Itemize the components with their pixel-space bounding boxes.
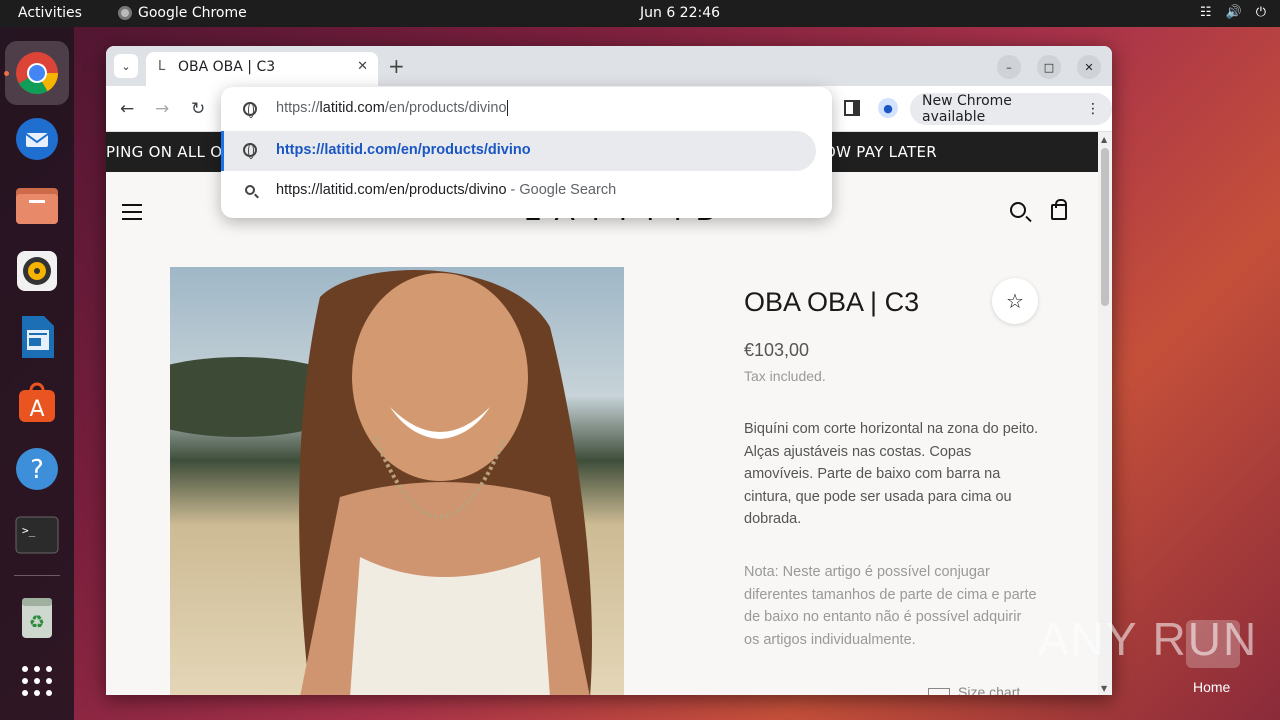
chrome-small-icon (118, 6, 132, 20)
address-bar[interactable]: https://latitid.com/en/products/divino (221, 87, 832, 131)
tab-favicon: L (158, 59, 166, 74)
suggestion-search[interactable]: https://latitid.com/en/products/divino -… (221, 171, 832, 211)
dock-app-center[interactable]: A (13, 379, 61, 427)
product-price: €103,00 (744, 340, 810, 360)
thunderbird-icon (16, 118, 58, 160)
dock-writer[interactable] (13, 313, 61, 361)
minimize-button[interactable]: – (997, 55, 1021, 79)
close-icon: ✕ (1084, 60, 1094, 74)
suggestion-url-text: https://latitid.com/en/products/divino (276, 142, 531, 158)
page-scrollbar[interactable]: ▲ ▼ (1098, 132, 1112, 695)
dock-trash[interactable]: ♻ (13, 593, 61, 641)
product-title: OBA OBA | C3 (744, 287, 920, 317)
search-icon[interactable] (1010, 202, 1026, 218)
app-menu-label: Google Chrome (138, 5, 247, 21)
size-chart-link[interactable]: Size chart (928, 684, 1020, 695)
close-window-button[interactable]: ✕ (1077, 55, 1101, 79)
product-description: Biquíni com corte horizontal na zona do … (744, 421, 1039, 527)
dock-chrome[interactable] (5, 41, 69, 105)
forward-icon[interactable]: → (155, 99, 169, 119)
side-panel-icon[interactable] (844, 100, 860, 116)
power-icon: ⏻ (1255, 5, 1266, 20)
reload-icon[interactable]: ↻ (191, 99, 205, 119)
chrome-icon (16, 52, 59, 95)
home-folder-icon[interactable] (1186, 620, 1240, 668)
scroll-down-icon[interactable]: ▼ (1101, 684, 1107, 693)
star-icon: ☆ (1006, 289, 1024, 313)
product-note: Nota: Neste artigo é possível conjugar d… (744, 564, 1037, 648)
menu-icon[interactable] (122, 204, 142, 220)
new-chrome-available-button[interactable]: New Chrome available ⋮ (910, 93, 1112, 125)
search-icon (245, 185, 255, 195)
tab-close-icon[interactable]: ✕ (357, 59, 368, 74)
terminal-icon: >_ (15, 516, 59, 554)
announcement-text-left: PING ON ALL OR (106, 143, 234, 161)
dock-show-apps[interactable] (13, 657, 61, 705)
scroll-up-icon[interactable]: ▲ (1101, 135, 1107, 144)
ruler-icon (928, 688, 950, 695)
maximize-button[interactable]: □ (1037, 55, 1061, 79)
new-chrome-label: New Chrome available (922, 93, 1012, 125)
globe-icon (243, 143, 257, 159)
app-center-icon: A (19, 382, 55, 422)
rhythmbox-icon (17, 251, 57, 291)
scrollbar-thumb[interactable] (1101, 148, 1109, 306)
home-folder-label[interactable]: Home (1193, 679, 1230, 695)
trash-icon: ♻ (22, 598, 52, 638)
chevron-down-icon: ⌄ (121, 59, 131, 73)
maximize-icon: □ (1043, 60, 1055, 74)
product-image[interactable] (170, 267, 624, 695)
wishlist-button[interactable]: ☆ (992, 278, 1038, 324)
tab-active[interactable]: L OBA OBA | C3 ✕ (146, 52, 378, 86)
network-icon: ☷ (1199, 5, 1212, 20)
tab-title: OBA OBA | C3 (178, 59, 276, 75)
files-icon (16, 188, 58, 224)
suggestion-search-text: https://latitid.com/en/products/divino -… (276, 182, 617, 198)
writer-icon (22, 316, 54, 358)
app-menu[interactable]: Google Chrome (118, 5, 247, 21)
tab-search-button[interactable]: ⌄ (114, 54, 138, 78)
announcement-text-right: OW PAY LATER (824, 143, 937, 161)
dock-thunderbird[interactable] (13, 115, 61, 163)
dock: A ? >_ ♻ (0, 27, 74, 720)
cart-icon[interactable] (1051, 199, 1067, 220)
svg-text:♻: ♻ (29, 612, 45, 633)
tax-note: Tax included. (744, 368, 826, 384)
tab-strip: ⌄ L OBA OBA | C3 ✕ + – □ ✕ (106, 46, 1112, 86)
system-top-bar: Activities Google Chrome Jun 6 22:46 ☷ 🔊… (0, 0, 1280, 27)
more-menu-icon[interactable]: ⋮ (1086, 101, 1100, 117)
dock-terminal[interactable]: >_ (13, 511, 61, 559)
globe-icon (243, 102, 257, 118)
dock-files[interactable] (13, 181, 61, 229)
omnibox-dropdown: https://latitid.com/en/products/divino h… (221, 87, 832, 218)
help-icon: ? (16, 448, 58, 490)
svg-text:>_: >_ (22, 524, 36, 537)
dock-help[interactable]: ? (13, 445, 61, 493)
new-tab-button[interactable]: + (388, 54, 405, 78)
address-input[interactable]: https://latitid.com/en/products/divino (276, 100, 508, 117)
dock-rhythmbox[interactable] (13, 247, 61, 295)
svg-text:A: A (29, 397, 44, 422)
clock[interactable]: Jun 6 22:46 (640, 5, 720, 21)
activities-button[interactable]: Activities (18, 5, 82, 21)
dock-separator (14, 575, 60, 576)
grid-icon (22, 666, 52, 696)
suggestion-url[interactable]: https://latitid.com/en/products/divino (221, 131, 816, 171)
back-icon[interactable]: ← (120, 99, 134, 119)
size-chart-label: Size chart (958, 684, 1021, 695)
system-tray[interactable]: ☷ 🔊 ⏻ (1200, 5, 1266, 20)
svg-text:?: ? (30, 455, 44, 485)
profile-icon[interactable]: ● (878, 98, 898, 118)
volume-icon: 🔊 (1225, 5, 1242, 20)
minimize-icon: – (1006, 60, 1012, 74)
